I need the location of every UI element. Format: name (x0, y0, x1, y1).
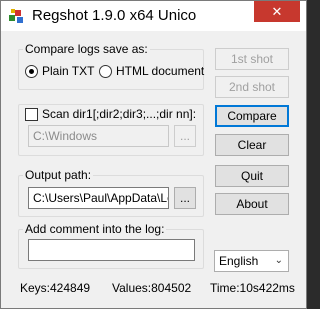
scan-dir-label[interactable]: Scan dir1[;dir2;dir3;...;dir nn]: (42, 107, 199, 121)
comment-field[interactable] (28, 239, 195, 261)
compare-button[interactable]: Compare (215, 105, 289, 127)
language-selected-value: English (219, 254, 259, 268)
scan-dir-checkbox[interactable] (25, 108, 38, 121)
compare-group-label: Compare logs save as: (23, 42, 150, 56)
html-document-label[interactable]: HTML document (116, 64, 204, 78)
output-path-field[interactable]: C:\Users\Paul\AppData\Loc (28, 187, 169, 209)
comment-group-label: Add comment into the log: (23, 222, 167, 236)
clear-button[interactable]: Clear (215, 134, 289, 156)
title-fade (206, 3, 246, 29)
status-time: Time:10s422ms (210, 281, 295, 295)
plain-txt-label[interactable]: Plain TXT (42, 64, 94, 78)
plain-txt-radio[interactable] (25, 65, 38, 78)
status-values: Values:804502 (112, 281, 192, 295)
regshot-window: Regshot 1.9.0 x64 Unico ✕ Compare logs s… (0, 0, 307, 309)
html-document-radio[interactable] (99, 65, 112, 78)
about-button[interactable]: About (215, 193, 289, 215)
title-bar[interactable]: Regshot 1.9.0 x64 Unico ✕ (1, 1, 306, 31)
radio-selected-dot (29, 69, 34, 74)
scan-dir-browse-button[interactable]: ... (174, 125, 196, 147)
first-shot-button[interactable]: 1st shot (215, 48, 289, 70)
chevron-down-icon: ⌄ (274, 255, 283, 266)
scan-dir-field[interactable]: C:\Windows (28, 125, 169, 147)
language-select[interactable]: English ⌄ (214, 250, 289, 272)
regshot-app-icon (9, 9, 23, 23)
status-keys: Keys:424849 (20, 281, 91, 295)
output-path-browse-button[interactable]: ... (174, 187, 196, 209)
quit-button[interactable]: Quit (215, 165, 289, 187)
output-group-label: Output path: (23, 168, 94, 182)
close-button[interactable]: ✕ (254, 1, 300, 22)
second-shot-button[interactable]: 2nd shot (215, 76, 289, 98)
